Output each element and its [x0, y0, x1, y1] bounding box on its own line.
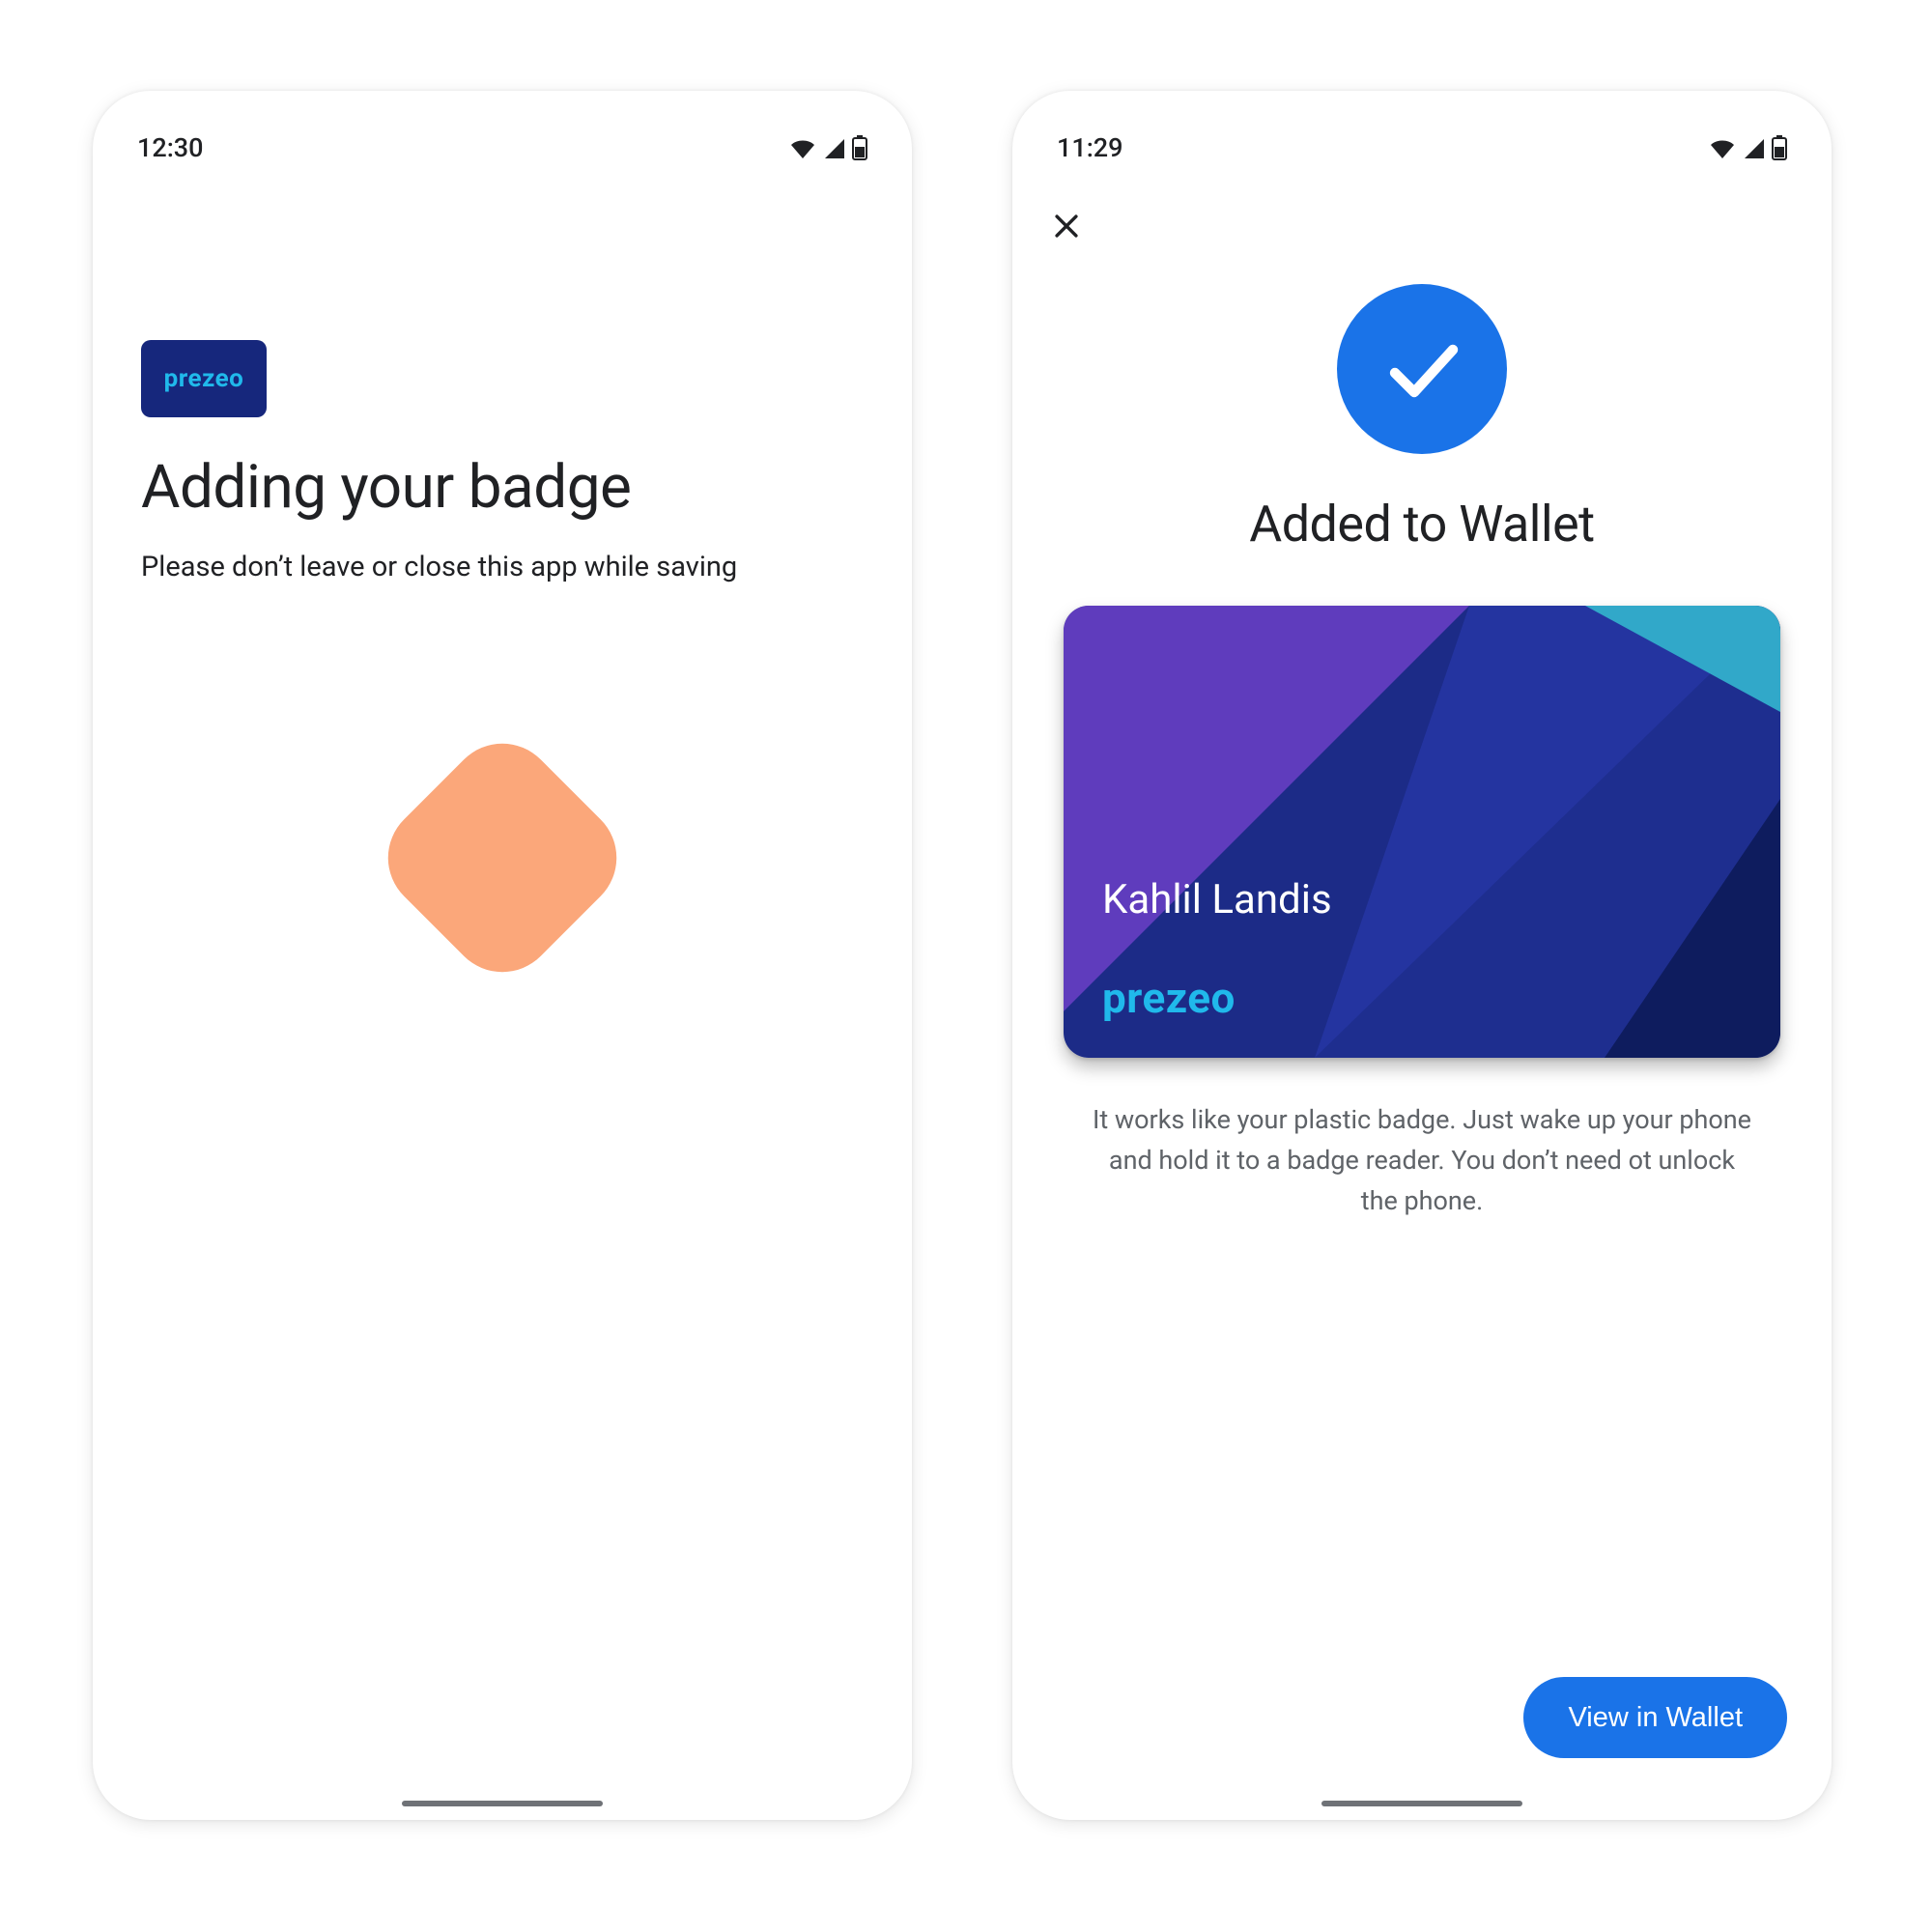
status-time: 11:29 [1057, 132, 1123, 163]
status-icons [1708, 135, 1787, 160]
info-text: It works like your plastic badge. Just w… [1090, 1100, 1754, 1222]
view-in-wallet-button[interactable]: View in Wallet [1523, 1677, 1787, 1758]
gesture-nav-bar[interactable] [402, 1801, 603, 1806]
gesture-nav-bar[interactable] [1321, 1801, 1522, 1806]
close-icon [1050, 210, 1083, 242]
battery-icon [1772, 135, 1787, 160]
status-time: 12:30 [137, 132, 204, 163]
cellular-icon [1743, 137, 1766, 158]
page-subtitle: Please don’t leave or close this app whi… [141, 548, 864, 587]
screen-content: prezeo Adding your badge Please don’t le… [93, 170, 912, 954]
status-icons [788, 135, 867, 160]
battery-icon [852, 135, 867, 160]
card-brand-label: prezeo [1102, 973, 1236, 1023]
brand-chip-label: prezeo [164, 364, 244, 393]
checkmark-icon [1376, 323, 1468, 415]
spinner-icon [366, 721, 639, 994]
wifi-icon [788, 137, 817, 158]
success-badge [1337, 284, 1507, 454]
status-bar: 11:29 [1012, 91, 1832, 170]
page-title: Adding your badge [141, 452, 864, 523]
nav-row [1012, 170, 1832, 255]
brand-chip: prezeo [141, 340, 267, 417]
phone-adding-badge: 12:30 prezeo Adding your badge Please do… [93, 91, 912, 1820]
wifi-icon [1708, 137, 1737, 158]
page-title: Added to Wallet [1249, 495, 1594, 554]
phone-added-to-wallet: 11:29 [1012, 91, 1832, 1820]
wallet-card: Kahlil Landis prezeo [1064, 606, 1780, 1058]
card-holder-name: Kahlil Landis [1102, 876, 1332, 923]
loading-indicator [141, 761, 864, 954]
button-label: View in Wallet [1568, 1702, 1743, 1733]
cellular-icon [823, 137, 846, 158]
close-button[interactable] [1043, 203, 1090, 249]
status-bar: 12:30 [93, 91, 912, 170]
screen-content: Added to Wallet Kahlil Landis prezeo It … [1012, 255, 1832, 1222]
